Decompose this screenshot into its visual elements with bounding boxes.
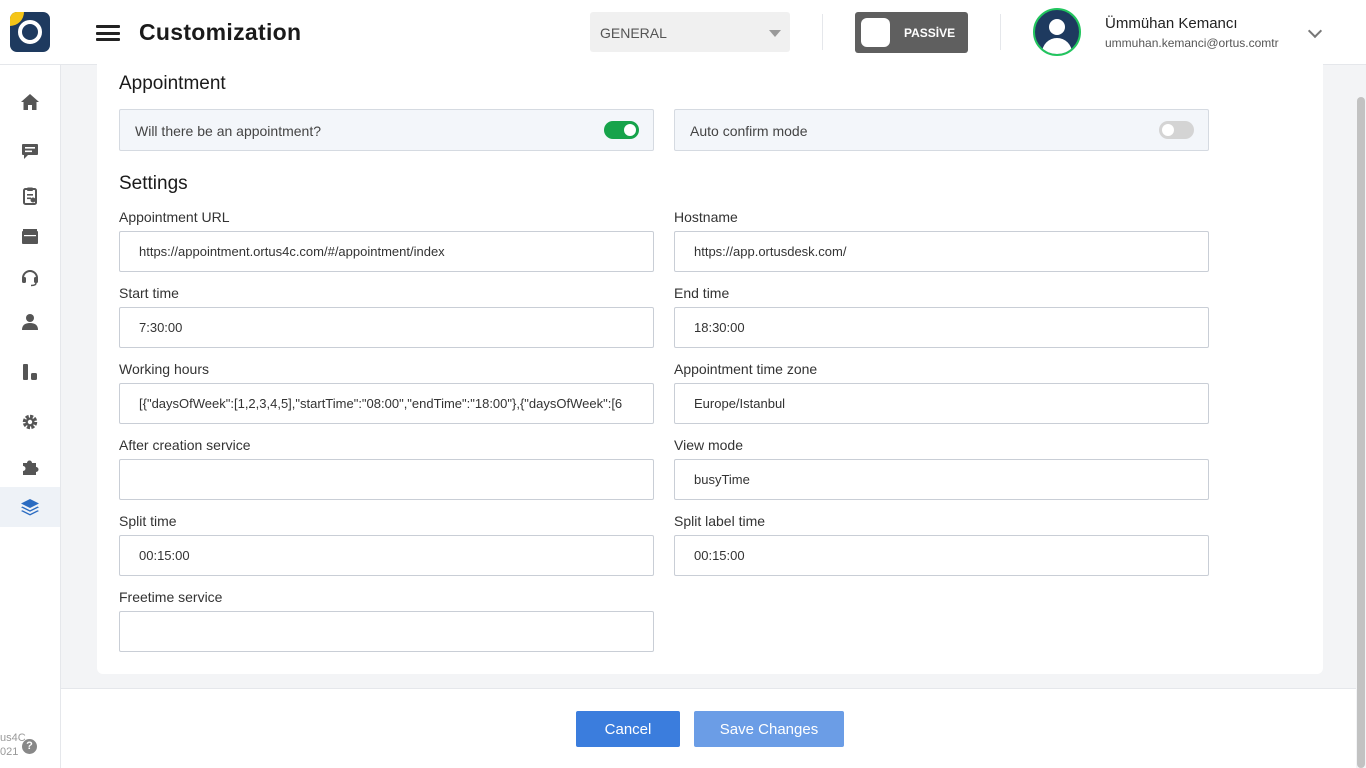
appointment-url-input[interactable] bbox=[119, 231, 654, 272]
app-logo[interactable] bbox=[10, 12, 50, 52]
puzzle-icon[interactable] bbox=[0, 447, 60, 487]
appointment-enabled-label: Will there be an appointment? bbox=[135, 123, 321, 139]
view-mode-label: View mode bbox=[674, 437, 744, 453]
clipboard-icon[interactable] bbox=[0, 176, 60, 216]
avatar-body bbox=[1042, 38, 1072, 54]
auto-confirm-row: Auto confirm mode bbox=[674, 109, 1209, 151]
appointment-url-label: Appointment URL bbox=[119, 209, 230, 225]
top-bar: Customization GENERAL PASSİVE Ümmühan Ke… bbox=[0, 0, 1366, 65]
time-zone-label: Appointment time zone bbox=[674, 361, 818, 377]
folder-icon[interactable] bbox=[0, 217, 60, 257]
page-title: Customization bbox=[139, 19, 302, 45]
after-creation-service-input[interactable] bbox=[119, 459, 654, 500]
help-icon[interactable]: ? bbox=[22, 739, 37, 754]
chat-icon[interactable] bbox=[0, 131, 60, 171]
working-hours-label: Working hours bbox=[119, 361, 210, 377]
appointment-enabled-row: Will there be an appointment? bbox=[119, 109, 654, 151]
end-time-input[interactable] bbox=[674, 307, 1209, 348]
hostname-label: Hostname bbox=[674, 209, 738, 225]
group-select[interactable]: GENERAL bbox=[590, 12, 790, 52]
avatar[interactable] bbox=[1033, 8, 1081, 56]
auto-confirm-label: Auto confirm mode bbox=[690, 123, 808, 139]
divider bbox=[822, 14, 823, 50]
user-icon[interactable] bbox=[0, 302, 60, 342]
appointment-enabled-toggle[interactable] bbox=[604, 121, 639, 139]
appointment-title: Appointment bbox=[119, 73, 226, 94]
scrollbar[interactable] bbox=[1356, 65, 1366, 768]
home-icon[interactable] bbox=[0, 82, 60, 122]
caret-down-icon bbox=[769, 30, 781, 37]
start-time-input[interactable] bbox=[119, 307, 654, 348]
freetime-service-label: Freetime service bbox=[119, 589, 223, 605]
time-zone-input[interactable] bbox=[674, 383, 1209, 424]
settings-card: Appointment Will there be an appointment… bbox=[97, 60, 1323, 674]
headset-icon[interactable] bbox=[0, 257, 60, 297]
gear-icon[interactable] bbox=[0, 402, 60, 442]
view-mode-input[interactable] bbox=[674, 459, 1209, 500]
avatar-head bbox=[1049, 19, 1065, 35]
split-label-time-label: Split label time bbox=[674, 513, 766, 529]
logo-ring bbox=[18, 20, 42, 44]
sidebar: us4C 021 ? bbox=[0, 65, 61, 768]
divider bbox=[1000, 14, 1001, 50]
status-toggle-label: PASSİVE bbox=[904, 26, 956, 40]
status-toggle-knob bbox=[861, 18, 890, 47]
status-toggle[interactable]: PASSİVE bbox=[855, 12, 968, 53]
after-creation-service-label: After creation service bbox=[119, 437, 251, 453]
scrollbar-thumb[interactable] bbox=[1357, 97, 1365, 768]
split-time-input[interactable] bbox=[119, 535, 654, 576]
working-hours-input[interactable] bbox=[119, 383, 654, 424]
end-time-label: End time bbox=[674, 285, 730, 301]
start-time-label: Start time bbox=[119, 285, 179, 301]
user-email: ummuhan.kemanci@ortus.comtr bbox=[1105, 36, 1279, 50]
hostname-input[interactable] bbox=[674, 231, 1209, 272]
cancel-button[interactable]: Cancel bbox=[576, 711, 680, 747]
chevron-down-icon[interactable] bbox=[1307, 23, 1323, 39]
split-label-time-input[interactable] bbox=[674, 535, 1209, 576]
hamburger-menu-icon[interactable] bbox=[96, 25, 120, 41]
user-name: Ümmühan Kemancı bbox=[1105, 15, 1238, 32]
chart-icon[interactable] bbox=[0, 352, 60, 392]
save-changes-button[interactable]: Save Changes bbox=[694, 711, 844, 747]
settings-title: Settings bbox=[119, 173, 188, 194]
auto-confirm-toggle[interactable] bbox=[1159, 121, 1194, 139]
layers-icon[interactable] bbox=[0, 487, 60, 527]
freetime-service-input[interactable] bbox=[119, 611, 654, 652]
group-select-value: GENERAL bbox=[600, 25, 667, 41]
split-time-label: Split time bbox=[119, 513, 177, 529]
